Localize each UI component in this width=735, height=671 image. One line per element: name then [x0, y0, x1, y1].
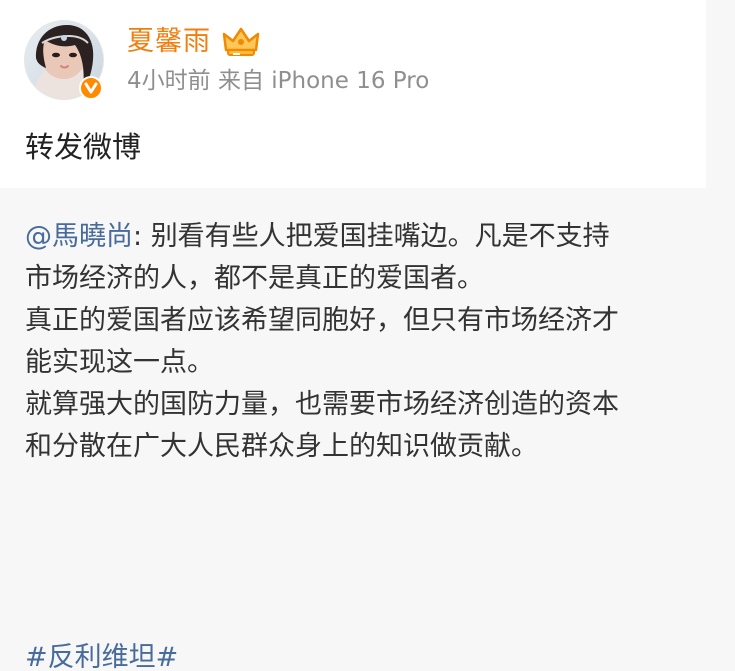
post-meta: 4小时前 来自 iPhone 16 Pro [127, 66, 429, 96]
repost-paragraph-1-line-2: 市场经济的人，都不是真正的爱国者。 [25, 263, 484, 294]
repost-paragraph-2-line-1: 真正的爱国者应该希望同胞好，但只有市场经济才 [25, 305, 619, 336]
mention-separator: : [133, 221, 151, 252]
post-text: 转发微博 [25, 130, 142, 164]
reposted-content[interactable]: @馬曉尚: 别看有些人把爱国挂嘴边。凡是不支持 市场经济的人，都不是真正的爱国者… [25, 216, 695, 468]
author-avatar-wrap[interactable] [24, 20, 104, 100]
mention-link[interactable]: @馬曉尚 [25, 221, 133, 252]
repost-paragraph-3-line-2: 和分散在广大人民群众身上的知识做贡献。 [25, 431, 538, 462]
repost-paragraph-2-line-2: 能实现这一点。 [25, 347, 214, 378]
post-card: 夏馨雨 4小时前 来自 iPhone 16 Pro 转发微博 [0, 0, 706, 188]
post-time: 4小时前 [127, 68, 211, 94]
repost-paragraph-1-line-1: @馬曉尚: 别看有些人把爱国挂嘴边。凡是不支持 [25, 216, 695, 258]
post-source[interactable]: 来自 iPhone 16 Pro [218, 68, 429, 94]
repost-text-line-1: 别看有些人把爱国挂嘴边。凡是不支持 [150, 221, 610, 252]
crown-icon[interactable] [222, 26, 260, 58]
weibo-repost-page: 夏馨雨 4小时前 来自 iPhone 16 Pro 转发微博 @馬曉尚: 别看有… [0, 0, 735, 671]
author-name[interactable]: 夏馨雨 [127, 24, 211, 60]
verified-badge-icon [79, 76, 103, 100]
hashtag-link[interactable]: #反利维坦# [25, 637, 178, 671]
repost-paragraph-3-line-1: 就算强大的国防力量，也需要市场经济创造的资本 [25, 389, 619, 420]
